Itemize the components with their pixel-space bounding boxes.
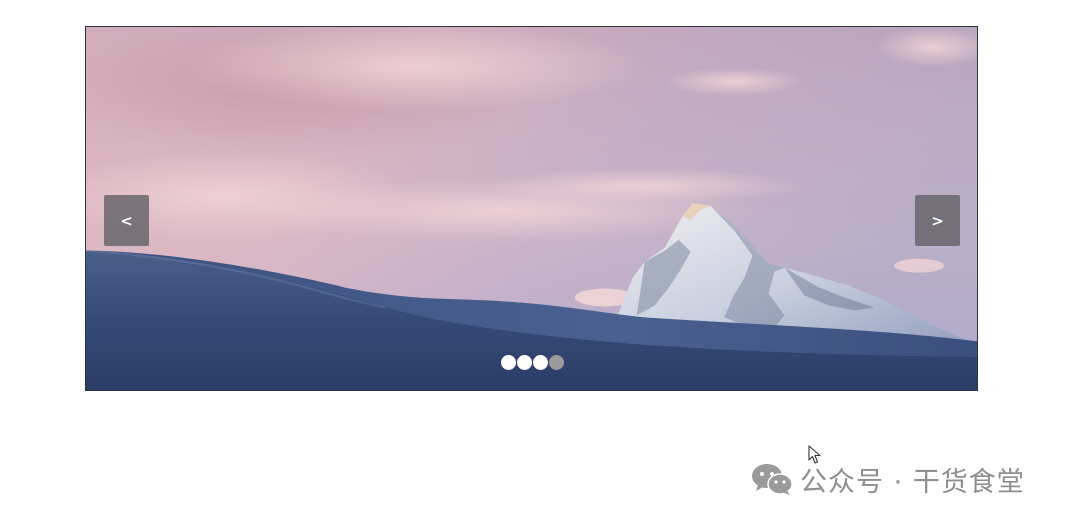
page: < > 公众号 · 干货食堂 bbox=[0, 0, 1080, 523]
carousel-dot-1[interactable] bbox=[501, 355, 516, 370]
image-carousel: < > bbox=[85, 26, 978, 391]
carousel-indicators bbox=[501, 355, 564, 371]
watermark: 公众号 · 干货食堂 bbox=[750, 459, 1025, 499]
prev-label: < bbox=[120, 211, 133, 230]
carousel-dot-2[interactable] bbox=[517, 355, 532, 370]
watermark-text: 公众号 · 干货食堂 bbox=[800, 466, 1025, 498]
slide-image-mountain bbox=[86, 27, 977, 390]
carousel-dot-4[interactable] bbox=[549, 355, 564, 370]
carousel-prev-button[interactable]: < bbox=[104, 195, 149, 246]
carousel-dot-3[interactable] bbox=[533, 355, 548, 370]
wechat-icon bbox=[752, 464, 793, 495]
next-label: > bbox=[931, 211, 944, 230]
carousel-next-button[interactable]: > bbox=[915, 195, 960, 246]
